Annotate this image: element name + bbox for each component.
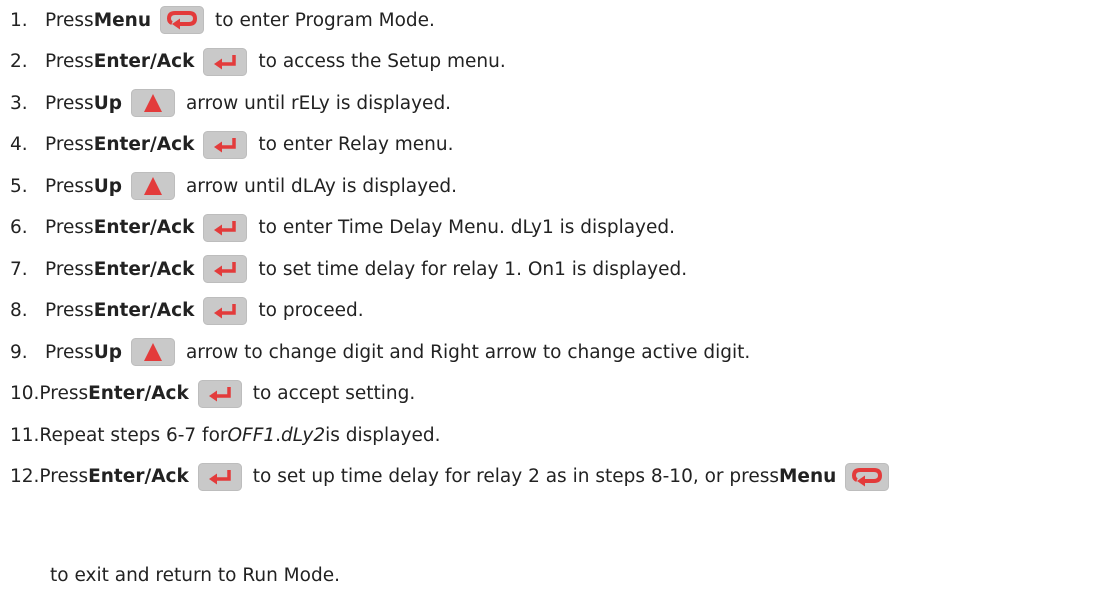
step-number: 6. xyxy=(10,217,28,238)
up-arrow-key-icon xyxy=(131,338,175,366)
key-label: Up xyxy=(93,341,122,363)
key-label: Enter/Ack xyxy=(93,51,195,72)
step-text: Press xyxy=(45,300,94,321)
step-number: 1. xyxy=(10,9,28,31)
step-11: 11. Repeat steps 6-7 for OFF1. dLy2 is di… xyxy=(10,418,440,452)
step-text: Press xyxy=(45,134,94,155)
step-text: to enter Program Mode. xyxy=(215,9,435,31)
step-number: 8. xyxy=(10,300,28,321)
enter-ack-key-icon xyxy=(203,214,247,242)
step-text: arrow to change digit and Right arrow to… xyxy=(185,341,751,363)
step-number: 2. xyxy=(10,51,28,72)
key-label: Menu xyxy=(779,466,837,487)
step-text: Press xyxy=(45,51,94,72)
step-number: 7. xyxy=(10,258,28,280)
key-label: Enter/Ack xyxy=(93,134,195,155)
step-text: arrow until dLAy is displayed. xyxy=(185,175,458,197)
setting-name: OFF1 xyxy=(227,424,276,446)
step-text: Press xyxy=(39,383,89,404)
step-5: 5. Press Up arrow until dLAy is displayed… xyxy=(10,169,457,203)
step-12-continuation: to exit and return to Run Mode. xyxy=(50,561,340,589)
step-text: Press xyxy=(45,175,94,197)
key-label: Enter/Ack xyxy=(93,258,195,280)
step-text: to enter Relay menu. xyxy=(258,134,454,155)
step-number: 5. xyxy=(10,175,28,197)
step-10: 10. Press Enter/Ack to accept setting. xyxy=(10,377,415,411)
procedure-steps: 1. Press Menu to enter Program Mode. 2. Pre… xyxy=(0,0,1093,598)
step-text: Press xyxy=(39,466,89,487)
enter-ack-key-icon xyxy=(203,131,247,159)
step-3: 3. Press Up arrow until rELy is displayed… xyxy=(10,86,451,120)
step-1: 1. Press Menu to enter Program Mode. xyxy=(10,3,435,37)
enter-ack-key-icon xyxy=(198,380,242,408)
up-arrow-key-icon xyxy=(131,89,175,117)
step-text: to set time delay for relay 1. On1 is di… xyxy=(258,258,688,280)
key-label: Enter/Ack xyxy=(93,217,195,238)
key-label: Up xyxy=(93,92,122,114)
step-number: 12. xyxy=(10,466,40,487)
step-text: to proceed. xyxy=(258,300,364,321)
step-12: 12. Press Enter/Ack to set up time delay … xyxy=(10,460,900,494)
step-6: 6. Press Enter/Ack to enter Time Delay Me… xyxy=(10,211,675,245)
step-number: 9. xyxy=(10,341,28,363)
up-arrow-key-icon xyxy=(131,172,175,200)
key-label: Enter/Ack xyxy=(93,300,195,321)
step-number: 10. xyxy=(10,383,40,404)
key-label: Enter/Ack xyxy=(88,466,189,487)
enter-ack-key-icon xyxy=(203,48,247,76)
step-number: 11. xyxy=(10,424,40,446)
key-label: Enter/Ack xyxy=(88,383,189,404)
step-text: Press xyxy=(45,217,94,238)
enter-ack-key-icon xyxy=(198,463,242,491)
key-label: Up xyxy=(93,175,122,197)
step-text: Press xyxy=(45,258,94,280)
step-text: Press xyxy=(45,9,94,31)
step-text: Press xyxy=(45,341,94,363)
menu-key-icon xyxy=(845,463,889,491)
step-8: 8. Press Enter/Ack to proceed. xyxy=(10,294,364,328)
step-text: arrow until rELy is displayed. xyxy=(185,92,452,114)
step-text: to exit and return to Run Mode. xyxy=(50,564,340,586)
step-text: to set up time delay for relay 2 as in s… xyxy=(252,466,780,487)
step-text: to access the Setup menu. xyxy=(258,51,506,72)
step-number: 4. xyxy=(10,134,28,155)
enter-ack-key-icon xyxy=(203,255,247,283)
step-2: 2. Press Enter/Ack to access the Setup me… xyxy=(10,45,506,79)
step-text: Press xyxy=(45,92,94,114)
step-text: Repeat steps 6-7 for xyxy=(39,424,228,446)
step-9: 9. Press Up arrow to change digit and Rig… xyxy=(10,335,750,369)
menu-key-icon xyxy=(160,6,204,34)
step-7: 7. Press Enter/Ack to set time delay for … xyxy=(10,252,687,286)
setting-name: dLy2 xyxy=(281,424,326,446)
step-text: to enter Time Delay Menu. dLy1 is displa… xyxy=(258,217,676,238)
step-4: 4. Press Enter/Ack to enter Relay menu. xyxy=(10,128,454,162)
enter-ack-key-icon xyxy=(203,297,247,325)
step-text: to accept setting. xyxy=(252,383,416,404)
key-label: Menu xyxy=(93,9,152,31)
step-text: is displayed. xyxy=(325,424,441,446)
step-number: 3. xyxy=(10,92,28,114)
